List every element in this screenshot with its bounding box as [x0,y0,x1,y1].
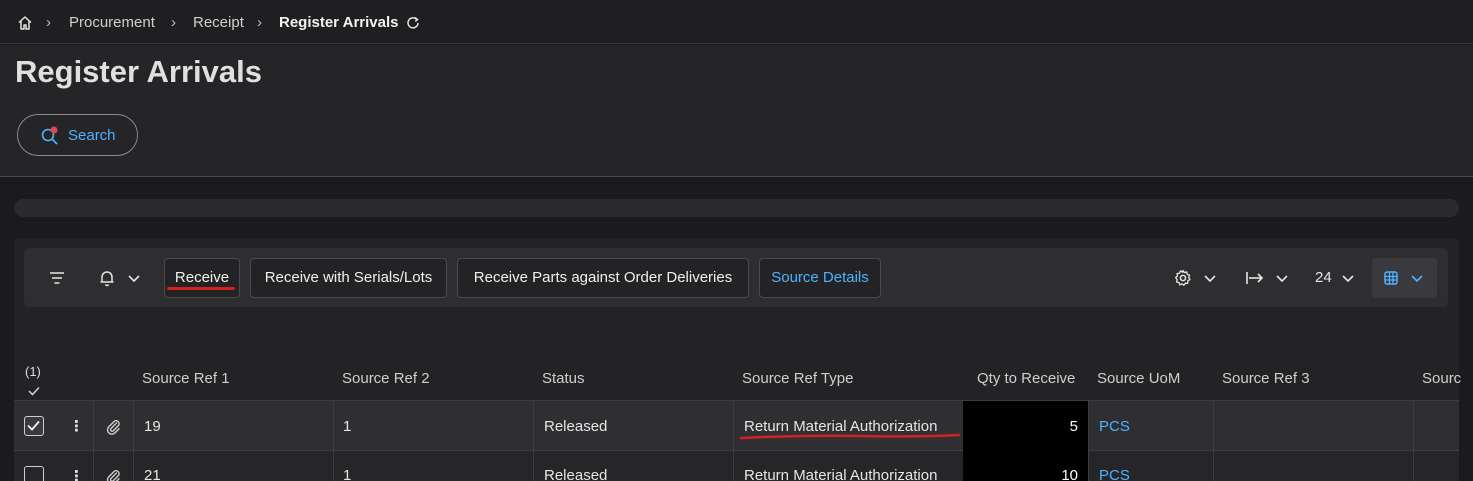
column-width-icon[interactable] [1245,268,1265,288]
page-title: Register Arrivals [15,54,262,89]
row-menu-icon[interactable]: ⋮ [69,417,84,435]
cell-status: Released [544,418,608,435]
annotation-underline [739,433,961,440]
attachment-icon[interactable] [104,467,122,481]
column-header-source-ref-1[interactable]: Source Ref 1 [142,370,230,387]
cell-source-uom-link[interactable]: PCS [1099,467,1130,481]
column-header-source-ref-2[interactable]: Source Ref 2 [342,370,430,387]
column-divider [93,401,94,481]
column-divider [1088,401,1089,481]
cell-qty-to-receive[interactable]: 10 [963,451,1088,481]
column-divider [733,401,734,481]
table-row[interactable] [14,401,1459,451]
column-header-source-ref-type[interactable]: Source Ref Type [742,370,853,387]
cell-qty-to-receive[interactable]: 5 [963,401,1088,451]
chevron-down-icon[interactable] [1338,268,1358,288]
column-divider [1413,401,1414,481]
breadcrumb-current: Register Arrivals [279,14,399,31]
receive-parts-button[interactable]: Receive Parts against Order Deliveries [457,258,749,298]
cell-source-ref-1: 19 [144,418,161,435]
chevron-down-icon[interactable] [1272,268,1292,288]
cell-source-ref-2: 1 [343,418,352,435]
column-header-source-ref-3[interactable]: Source Ref 3 [1222,370,1310,387]
check-icon[interactable] [27,385,41,397]
qty-value: 5 [1069,418,1078,435]
column-divider [133,401,134,481]
table-row[interactable] [14,451,1459,481]
bell-icon[interactable] [97,268,117,288]
search-button[interactable]: Search [17,114,138,156]
chevron-right-icon: › [46,14,51,31]
chevron-down-icon[interactable] [124,268,144,288]
row-checkbox[interactable] [24,416,44,436]
page-size-label[interactable]: 24 [1315,269,1332,286]
refresh-icon[interactable] [405,15,421,31]
receive-serials-lots-button[interactable]: Receive with Serials/Lots [250,258,447,298]
check-icon [27,420,40,431]
column-header-status[interactable]: Status [542,370,585,387]
column-header-source-uom[interactable]: Source UoM [1097,370,1180,387]
row-menu-icon[interactable]: ⋮ [69,467,84,481]
chevron-right-icon: › [257,14,262,31]
row-checkbox[interactable] [24,466,44,481]
cell-source-ref-type: Return Material Authorization [744,467,938,481]
home-icon[interactable] [17,15,33,31]
loading-bar [14,199,1459,217]
cell-source-ref-2: 1 [343,467,352,481]
column-header-qty-to-receive[interactable]: Qty to Receive [977,370,1075,387]
column-divider [1213,401,1214,481]
qty-value: 10 [1061,467,1078,481]
search-label: Search [68,127,116,144]
gear-icon[interactable] [1173,268,1193,288]
column-header-source-truncated[interactable]: Sourc [1422,370,1461,387]
view-switch-button[interactable] [1372,258,1437,298]
annotation-underline [167,287,235,290]
cell-status: Released [544,467,608,481]
chevron-right-icon: › [171,14,176,31]
column-divider [533,401,534,481]
breadcrumb-receipt[interactable]: Receipt [193,14,244,31]
breadcrumb-procurement[interactable]: Procurement [69,14,155,31]
chevron-down-icon[interactable] [1200,268,1220,288]
selected-count: (1) [25,364,41,379]
chevron-down-icon [1411,275,1423,283]
cell-source-ref-1: 21 [144,467,161,481]
search-icon [41,126,58,145]
source-details-button[interactable]: Source Details [759,258,881,298]
table-view-icon [1384,271,1398,285]
filter-icon[interactable] [47,268,67,288]
column-divider [333,401,334,481]
receive-button[interactable]: Receive [164,258,240,298]
attachment-icon[interactable] [104,417,122,435]
cell-source-uom-link[interactable]: PCS [1099,418,1130,435]
